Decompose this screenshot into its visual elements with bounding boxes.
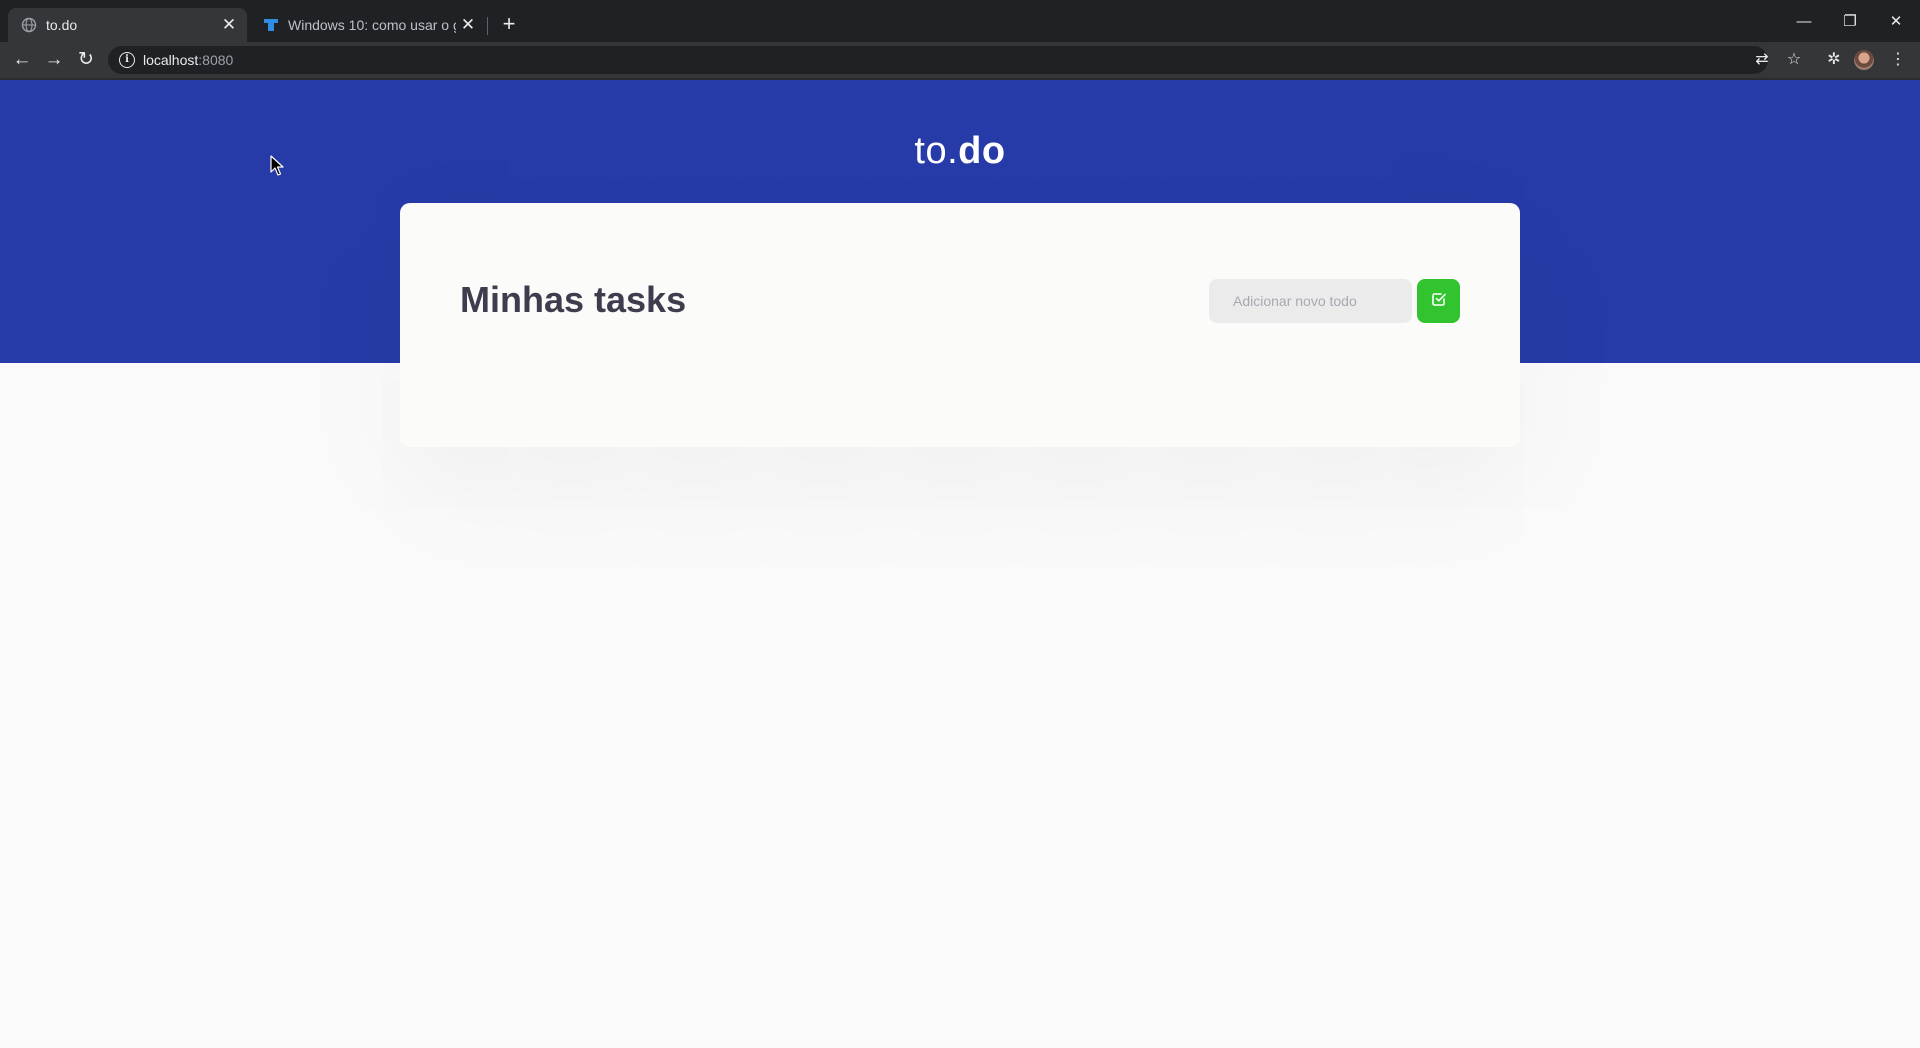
minimize-button[interactable]: — xyxy=(1781,8,1827,36)
tab-title: Windows 10: como usar o g xyxy=(288,17,456,33)
globe-icon xyxy=(21,17,37,33)
browser-toolbar: ← → ↻ i localhost:8080 ⇄ ☆ ✲ ⋮ xyxy=(0,42,1920,78)
close-tab-icon[interactable]: ✕ xyxy=(456,15,480,35)
tab-title: to.do xyxy=(46,17,78,33)
bookmark-star-icon[interactable]: ☆ xyxy=(1780,46,1808,74)
new-tab-button[interactable]: + xyxy=(496,10,522,38)
tab-todo[interactable]: to.do ✕ xyxy=(8,8,247,42)
page-title: Minhas tasks xyxy=(460,279,687,320)
info-icon[interactable]: i xyxy=(119,52,135,68)
tab-windows-article[interactable]: Windows 10: como usar o g ✕ xyxy=(250,8,486,42)
checkbox-check-icon xyxy=(1431,291,1447,312)
address-host: localhost xyxy=(143,52,199,68)
forward-button[interactable]: → xyxy=(40,46,68,74)
task-list-card: Minhas tasks xyxy=(400,203,1520,447)
site-favicon-icon xyxy=(263,17,279,33)
address-port: :8080 xyxy=(198,52,234,68)
browser-menu-icon[interactable]: ⋮ xyxy=(1884,46,1912,74)
back-button[interactable]: ← xyxy=(8,46,36,74)
extensions-puzzle-icon[interactable]: ✲ xyxy=(1820,46,1848,74)
translate-icon[interactable]: ⇄ xyxy=(1748,46,1776,74)
browser-tabstrip: to.do ✕ Windows 10: como usar o g ✕ + — … xyxy=(0,0,1920,42)
mouse-cursor xyxy=(270,155,284,177)
profile-avatar[interactable] xyxy=(1854,50,1874,70)
new-todo-input[interactable] xyxy=(1209,279,1412,323)
app-logo: to.do xyxy=(0,130,1920,173)
close-tab-icon[interactable]: ✕ xyxy=(217,15,241,35)
close-window-button[interactable]: ✕ xyxy=(1873,8,1919,36)
logo-bold-part: do xyxy=(958,130,1006,172)
add-todo-button[interactable] xyxy=(1417,279,1460,323)
reload-button[interactable]: ↻ xyxy=(72,46,100,74)
logo-light-part: to. xyxy=(914,130,959,172)
restore-button[interactable]: ❐ xyxy=(1827,8,1873,36)
address-bar[interactable]: i localhost:8080 xyxy=(108,46,1768,74)
tab-separator xyxy=(487,17,488,35)
